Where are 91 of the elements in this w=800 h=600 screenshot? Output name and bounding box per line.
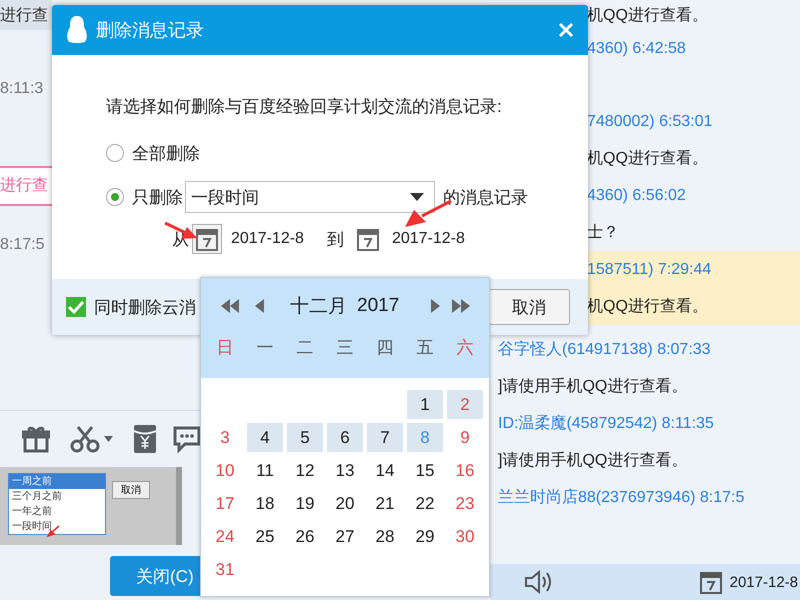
- calendar-button[interactable]: [192, 224, 222, 254]
- month-label: 十二月: [290, 295, 347, 319]
- calendar-day[interactable]: 6: [327, 423, 363, 452]
- calendar-day[interactable]: 10: [207, 456, 243, 485]
- calendar-day[interactable]: 30: [447, 522, 483, 551]
- speaker-icon[interactable]: [524, 569, 554, 595]
- calendar-day[interactable]: 16: [447, 456, 483, 485]
- right-icon[interactable]: [431, 299, 440, 313]
- calendar-icon: [356, 227, 380, 251]
- calendar-day[interactable]: 26: [287, 522, 323, 551]
- message-bubble: 进行查: [0, 166, 52, 206]
- calendar-icon[interactable]: [700, 570, 722, 594]
- dropdown-option[interactable]: 一年之前: [9, 504, 105, 519]
- sender-line: 4360) 6:42:58: [587, 40, 686, 58]
- sender-line: 4360) 6:56:02: [587, 186, 686, 204]
- option-label: 只删除: [132, 186, 183, 208]
- sender-line: 1587511) 7:29:44: [587, 260, 712, 278]
- range-dropdown[interactable]: 一段时间: [185, 181, 435, 213]
- weekday-label: 一: [256, 337, 274, 359]
- calendar-day[interactable]: 19: [287, 489, 323, 518]
- weekday-label: 三: [336, 337, 354, 359]
- calendar-day[interactable]: 17: [207, 489, 243, 518]
- caret-icon[interactable]: [104, 436, 113, 442]
- calendar-day[interactable]: 28: [367, 522, 403, 551]
- cancel-button[interactable]: 取消: [488, 289, 570, 325]
- calendar-day[interactable]: 23: [447, 489, 483, 518]
- dropdown-caret-icon: [410, 193, 424, 201]
- calendar-day[interactable]: 13: [327, 456, 363, 485]
- penguin-icon: [66, 15, 88, 45]
- radio-button[interactable]: [106, 188, 124, 206]
- sender-line: 兰兰时尚店88(2376973946) 8:17:5: [498, 488, 744, 508]
- year-label: 2017: [357, 295, 400, 317]
- prompt-text: 请选择如何删除与百度经验回享计划交流的消息记录:: [106, 96, 503, 118]
- calendar-day[interactable]: 25: [247, 522, 283, 551]
- chat-bubble-icon[interactable]: [173, 425, 201, 453]
- date-text: 2017-12-8: [730, 574, 798, 590]
- sender-line: ID:温柔魔(458792542) 8:11:35: [498, 414, 714, 434]
- calendar-day[interactable]: 15: [407, 456, 443, 485]
- double-right-icon[interactable]: [452, 299, 470, 313]
- option-label: 全部删除: [132, 142, 200, 164]
- calendar-day[interactable]: 11: [247, 456, 283, 485]
- checkmark-icon: [68, 300, 84, 314]
- sender-line: 7480002) 6:53:01: [587, 112, 712, 130]
- dropdown-option[interactable]: 一段时间: [9, 519, 105, 534]
- window-title: 删除消息记录: [96, 19, 204, 42]
- weekday-label: 日: [216, 337, 234, 359]
- checkbox-label: 同时删除云消: [94, 296, 196, 318]
- scissors-icon[interactable]: [70, 425, 100, 453]
- date-text: 2017-12-8: [392, 230, 465, 248]
- message-text: ]请使用手机QQ进行查看。: [498, 376, 688, 397]
- radio-button[interactable]: [106, 144, 124, 162]
- checkbox[interactable]: [66, 297, 86, 317]
- calendar-day[interactable]: 24: [207, 522, 243, 551]
- weekday-label: 六: [456, 337, 474, 359]
- calendar-day[interactable]: 18: [247, 489, 283, 518]
- calendar-day[interactable]: 3: [207, 423, 243, 452]
- message-time: 8:17:5: [0, 236, 44, 254]
- calendar-day[interactable]: 14: [367, 456, 403, 485]
- money-envelope-icon[interactable]: [133, 424, 157, 454]
- message-time: 8:11:3: [0, 80, 44, 98]
- message-text: 进行查: [0, 6, 48, 26]
- calendar-day[interactable]: 4: [247, 423, 283, 452]
- gift-icon[interactable]: [22, 425, 50, 453]
- weekday-label: 二: [296, 337, 314, 359]
- dropdown-option[interactable]: 一周之前: [9, 474, 105, 489]
- calendar-day[interactable]: 27: [327, 522, 363, 551]
- calendar-day[interactable]: 12: [287, 456, 323, 485]
- calendar-day[interactable]: 5: [287, 423, 323, 452]
- date-text: 2017-12-8: [231, 230, 304, 248]
- cancel-button[interactable]: 取消: [112, 481, 150, 499]
- dropdown-option[interactable]: 三个月之前: [9, 489, 105, 504]
- double-left-icon[interactable]: [221, 299, 239, 313]
- calendar-day[interactable]: 9: [447, 423, 483, 452]
- weekday-label: 四: [376, 337, 394, 359]
- to-label: 到: [326, 228, 344, 250]
- calendar-icon: [195, 227, 219, 251]
- calendar-day[interactable]: 20: [327, 489, 363, 518]
- calendar-day[interactable]: 29: [407, 522, 443, 551]
- close-icon[interactable]: [558, 22, 574, 38]
- message-text: ]请使用手机QQ进行查看。: [498, 450, 688, 471]
- calendar-day[interactable]: 21: [367, 489, 403, 518]
- calendar-day[interactable]: 7: [367, 423, 403, 452]
- message-text: 机QQ进行查看。: [587, 296, 708, 317]
- message-text: 士？: [587, 222, 619, 243]
- message-text: 机QQ进行查看。: [587, 6, 708, 26]
- left-icon[interactable]: [255, 299, 264, 313]
- weekday-label: 五: [416, 337, 434, 359]
- sender-line: 谷字怪人(614917138) 8:07:33: [498, 340, 711, 360]
- message-text: 机QQ进行查看。: [587, 148, 708, 169]
- calendar-day[interactable]: 1: [407, 390, 443, 419]
- calendar-day[interactable]: 22: [407, 489, 443, 518]
